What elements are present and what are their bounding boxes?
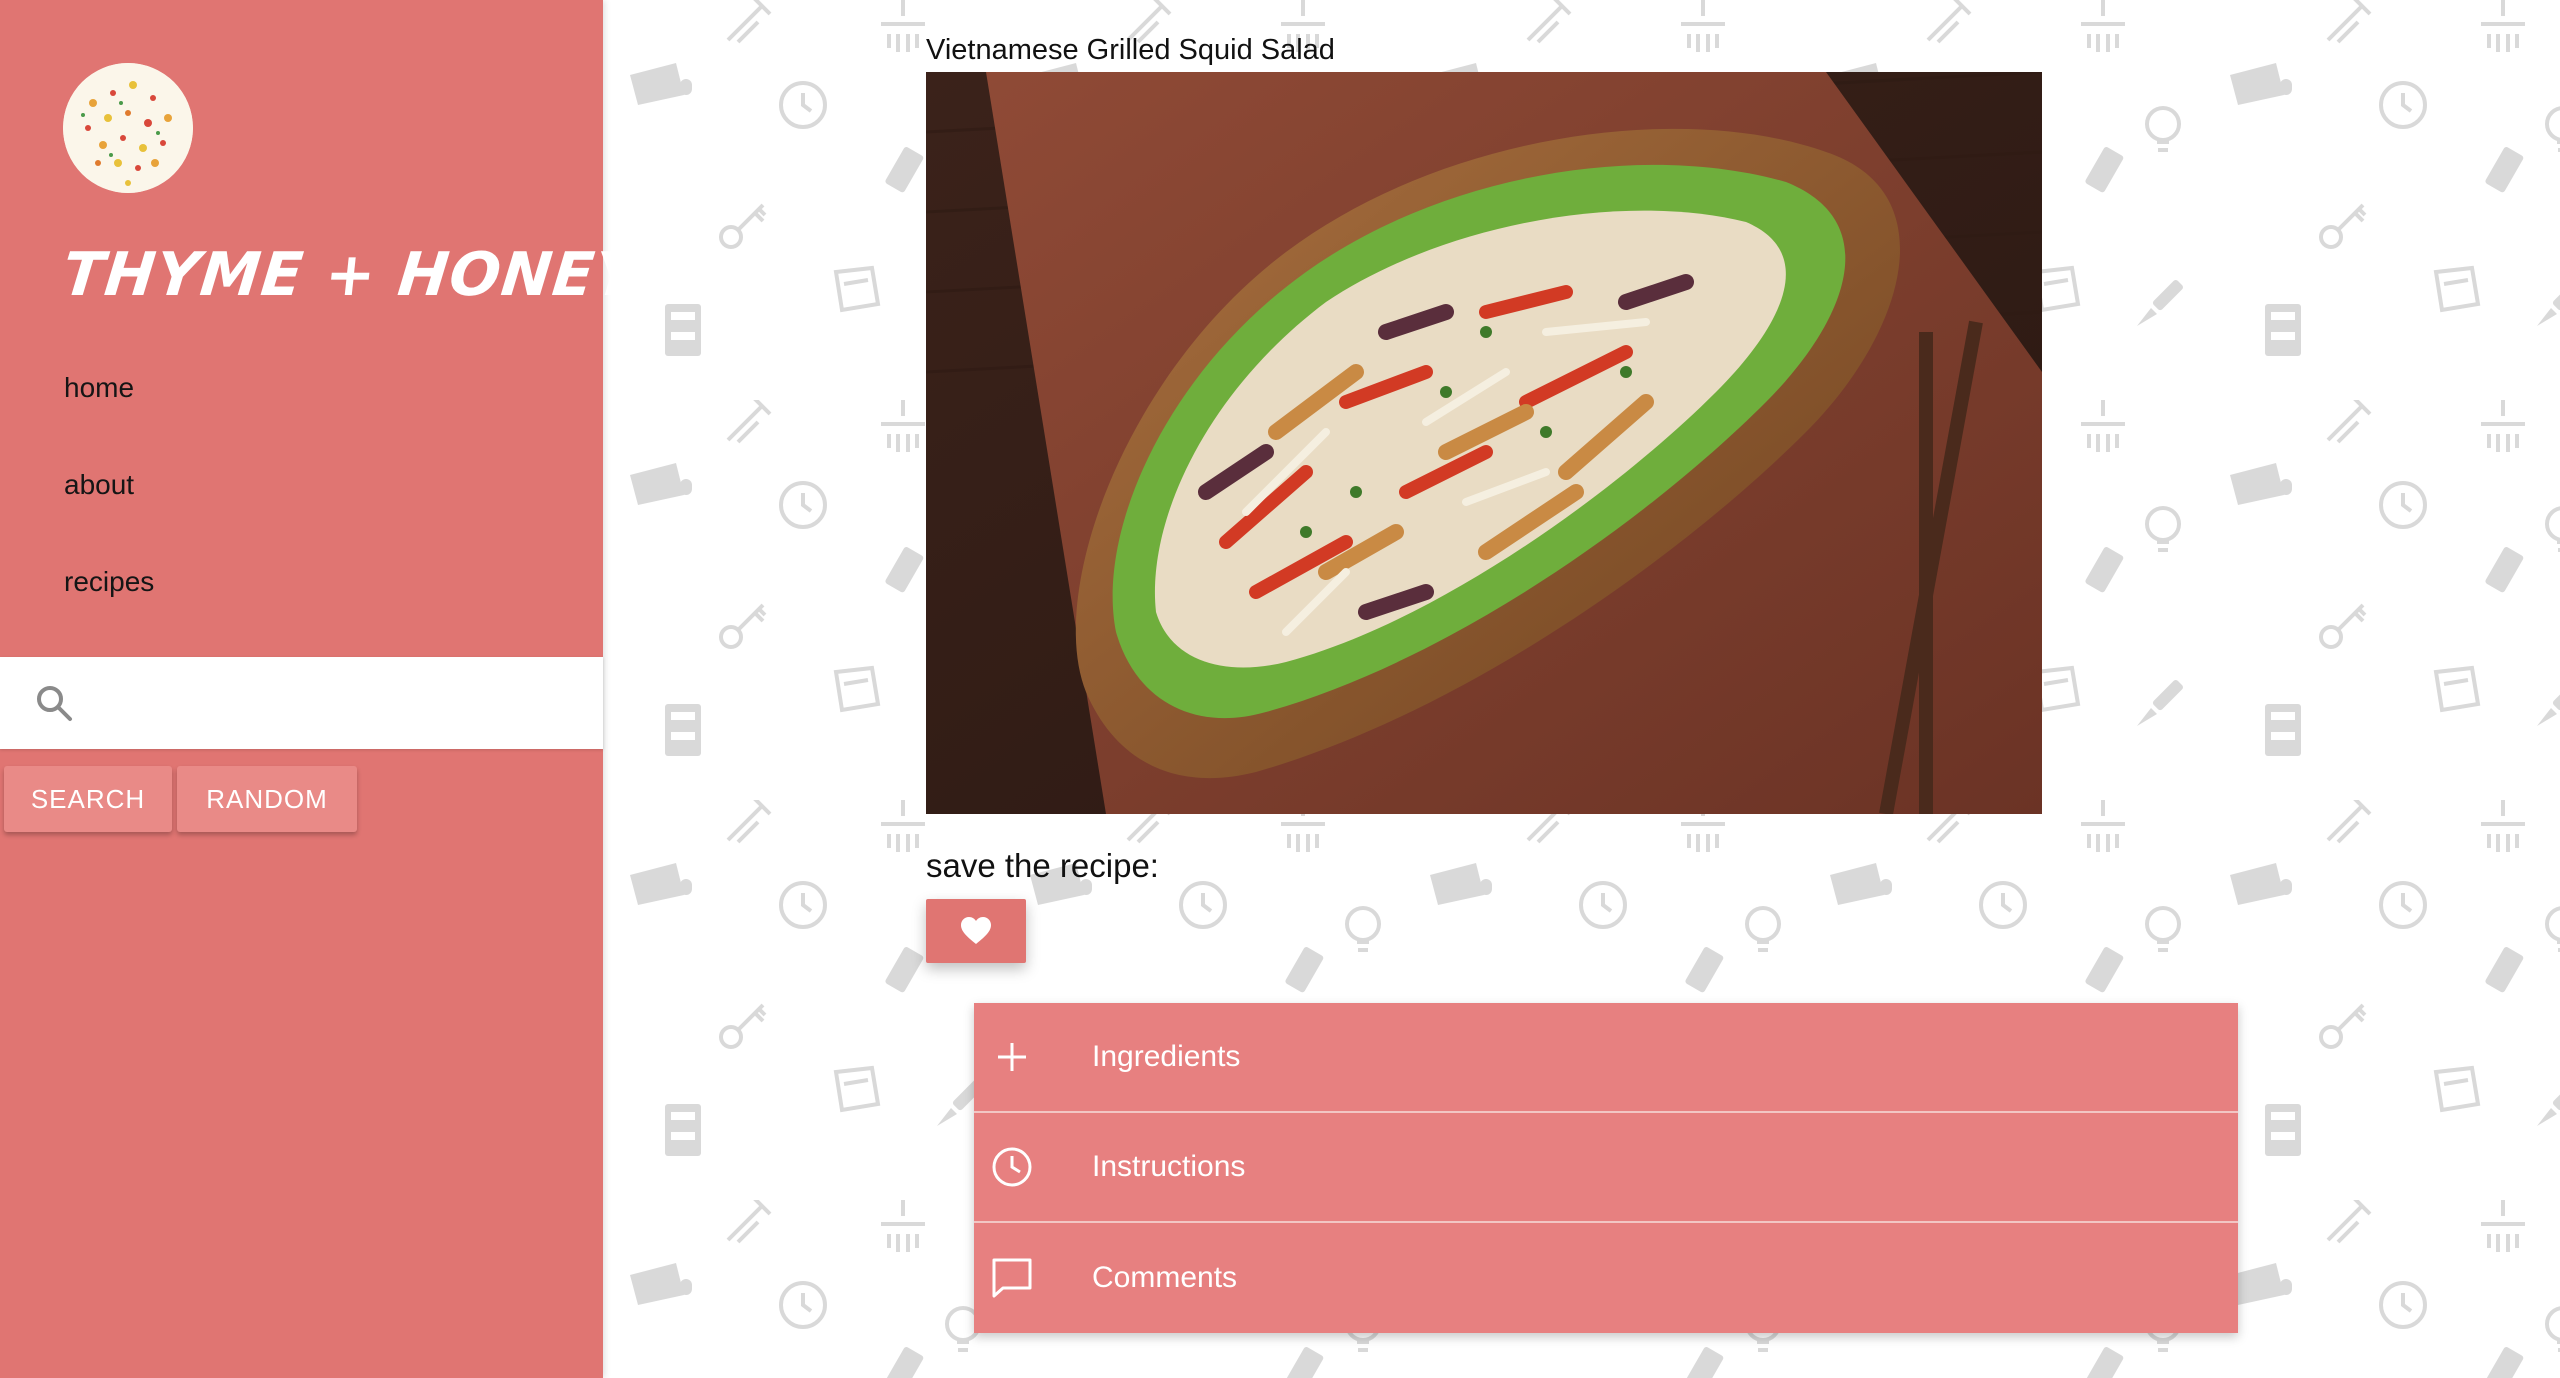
search-icon (37, 686, 72, 721)
search-button[interactable]: SEARCH (4, 766, 172, 832)
plus-icon (982, 1027, 1042, 1087)
accordion-ingredients[interactable]: Ingredients (974, 1003, 2238, 1113)
save-recipe-label: save the recipe: (926, 847, 1159, 884)
recipe-title: Vietnamese Grilled Squid Salad (926, 34, 1335, 66)
comment-icon (982, 1248, 1042, 1308)
heart-icon (961, 917, 991, 944)
accordion-label: Instructions (1092, 1150, 1246, 1183)
accordion-instructions[interactable]: Instructions (974, 1113, 2238, 1223)
salad-image (926, 72, 2042, 814)
nav-link-home[interactable]: home (64, 372, 134, 404)
logo-spice-icon (63, 63, 193, 193)
accordion-comments[interactable]: Comments (974, 1223, 2238, 1333)
search-input[interactable] (90, 673, 580, 733)
recipe-photo (926, 72, 2042, 814)
recipe-accordion: Ingredients Instructions Comments (974, 1003, 2238, 1333)
brand-title[interactable]: THYME + HONEY (59, 240, 643, 310)
save-recipe-button[interactable] (926, 899, 1026, 963)
search-bar (0, 657, 603, 749)
nav-link-recipes[interactable]: recipes (64, 566, 154, 598)
accordion-label: Comments (1092, 1261, 1238, 1294)
sidebar: THYME + HONEY home about recipes SEARCH … (0, 0, 643, 1378)
logo[interactable] (63, 63, 193, 193)
random-button[interactable]: RANDOM (177, 766, 357, 832)
nav-link-about[interactable]: about (64, 469, 134, 501)
accordion-label: Ingredients (1092, 1040, 1241, 1073)
clock-icon (982, 1137, 1042, 1197)
